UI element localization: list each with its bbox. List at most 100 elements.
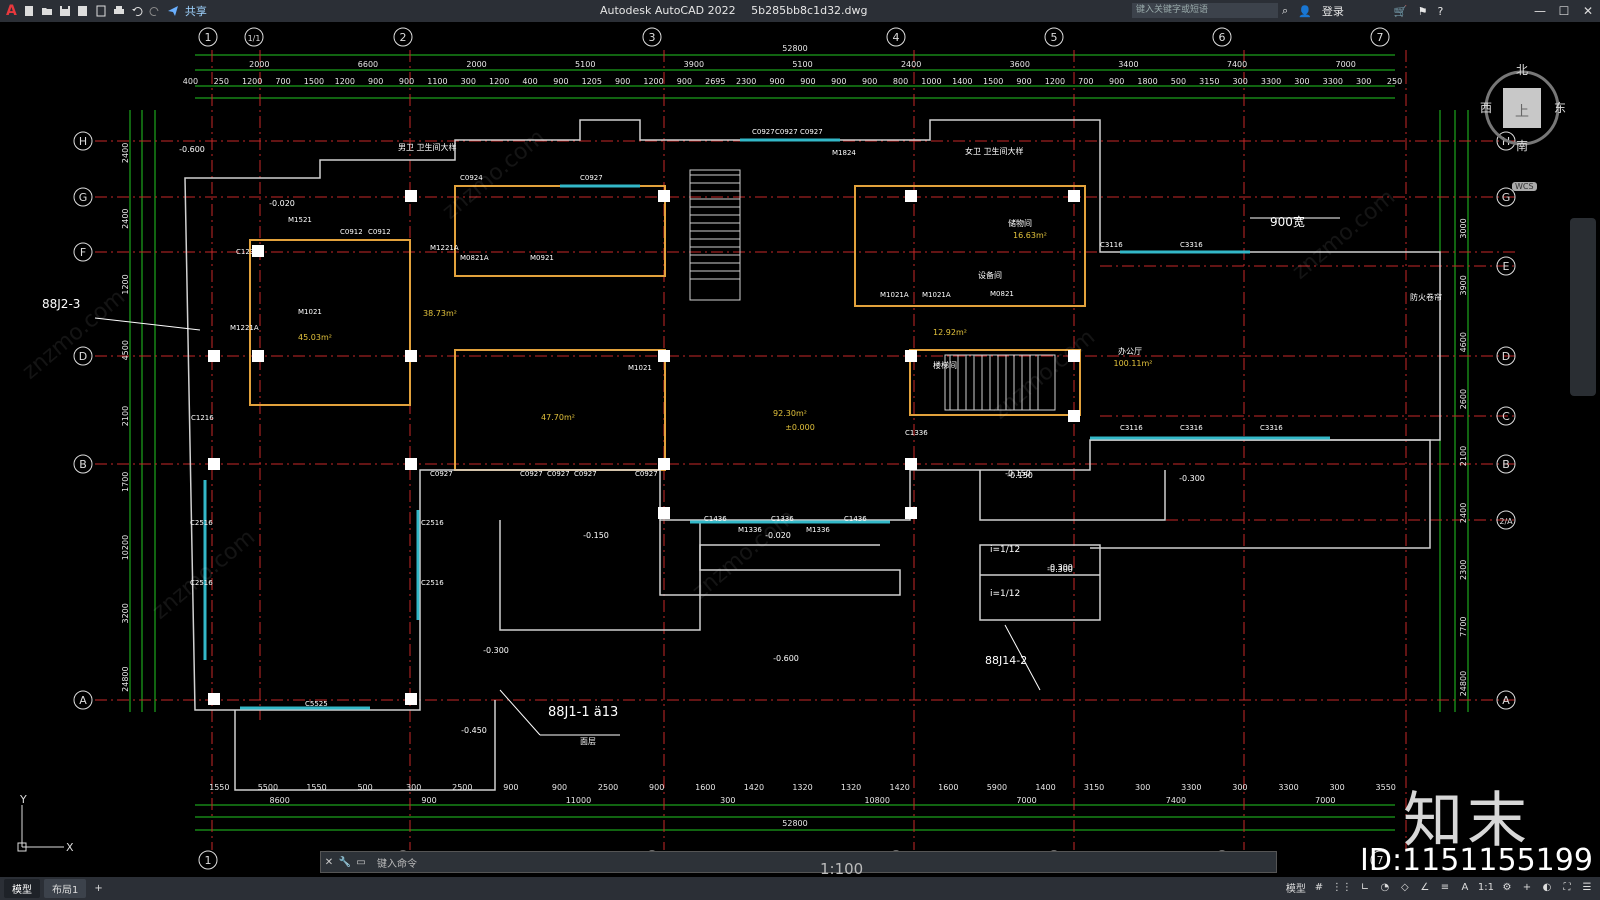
dim-text: 5500 <box>258 783 278 792</box>
print-icon[interactable] <box>113 5 125 17</box>
isolate-icon[interactable]: ◐ <box>1540 882 1554 893</box>
search-icon[interactable]: ⌕ <box>1282 4 1288 18</box>
grid-bubble-label: G <box>1502 191 1511 204</box>
dim-text: 900 <box>800 77 815 86</box>
dim-text: 24800 <box>1459 671 1468 696</box>
door-window-tag: M1824 <box>832 149 856 157</box>
model-space-button[interactable]: 模型 <box>1286 880 1306 895</box>
dim-text: 800 <box>893 77 908 86</box>
command-history-icon[interactable]: ▭ <box>353 857 369 868</box>
login-button[interactable]: 登录 <box>1322 3 1344 19</box>
customize-menu-icon[interactable]: ☰ <box>1580 882 1594 893</box>
door-window-tag: C3316 <box>1180 241 1203 249</box>
command-line[interactable]: ✕ 🔧 ▭ 键入命令 <box>320 851 1277 873</box>
command-customize-icon[interactable]: 🔧 <box>337 857 353 868</box>
dim-text: 3900 <box>684 60 704 69</box>
door-window-tag: C0927 <box>800 128 823 136</box>
workspace-gear-icon[interactable]: ⚙ <box>1500 882 1514 893</box>
door-window-tag: M0921 <box>530 254 554 262</box>
grid-bubble-top: 5 <box>1044 27 1064 47</box>
svg-text:X: X <box>66 841 74 854</box>
grid-bubble-left: F <box>73 242 93 262</box>
compass-east-label[interactable]: 东 <box>1554 101 1566 115</box>
room-label: ±0.000 <box>785 423 815 432</box>
autocad-logo[interactable]: A <box>6 3 17 19</box>
elevation-label: -0.300 <box>483 646 509 655</box>
polar-icon[interactable]: ◔ <box>1378 882 1392 893</box>
ortho-icon[interactable]: ∟ <box>1358 882 1372 893</box>
add-layout-icon[interactable]: + <box>94 883 102 894</box>
door-window-tag: C3316 <box>1180 424 1203 432</box>
navigation-bar[interactable] <box>1570 218 1596 396</box>
dim-text: 3900 <box>1459 275 1468 295</box>
save-icon[interactable] <box>59 5 71 17</box>
dim-text: 5100 <box>575 60 595 69</box>
dim-text: 300 <box>461 77 476 86</box>
annotation-scale-icon[interactable]: A <box>1458 882 1472 893</box>
door-window-tag: M1336 <box>806 526 830 534</box>
plus-icon[interactable]: + <box>1520 882 1534 893</box>
compass-north-label[interactable]: 北 <box>1516 63 1528 77</box>
dim-text: 2300 <box>1459 560 1468 580</box>
grid-bubble-left: B <box>73 454 93 474</box>
fullscreen-icon[interactable]: ⛶ <box>1560 882 1574 893</box>
redo-icon[interactable] <box>149 5 161 17</box>
grid-bubble-left: D <box>73 346 93 366</box>
minimize-button[interactable]: — <box>1528 0 1552 22</box>
open-icon[interactable] <box>41 5 53 17</box>
dim-text: 900 <box>769 77 784 86</box>
room-label: 办公厅 <box>1118 346 1142 356</box>
dim-text: 1320 <box>792 783 812 792</box>
door-window-tag: C0927 <box>430 470 453 478</box>
compass-west-label[interactable]: 西 <box>1480 101 1492 115</box>
elevation-label: -0.600 <box>179 145 205 154</box>
dim-text: 300 <box>720 796 735 805</box>
command-close-icon[interactable]: ✕ <box>321 857 337 868</box>
search-input[interactable]: 键入关键字或短语 <box>1132 3 1278 18</box>
room-label: 12.92m² <box>933 328 967 337</box>
compass-south-label[interactable]: 南 <box>1516 138 1528 153</box>
dim-text: 700 <box>1078 77 1093 86</box>
door-window-tag: C0927 <box>574 470 597 478</box>
door-window-tag: M1221A <box>430 244 459 252</box>
saveas-icon[interactable] <box>77 5 89 17</box>
dim-text: 300 <box>1356 77 1371 86</box>
plot-icon[interactable] <box>95 5 107 17</box>
door-window-tag: M1521 <box>288 216 312 224</box>
dim-text: 3300 <box>1278 783 1298 792</box>
dim-text: 400 <box>183 77 198 86</box>
wcs-menu[interactable]: WCS <box>1512 182 1537 191</box>
dim-text: 10800 <box>864 796 889 805</box>
snap-icon[interactable]: ⋮⋮ <box>1332 882 1352 893</box>
share-icon[interactable] <box>167 5 179 17</box>
viewcube[interactable]: 上 北 南 西 东 <box>1478 60 1570 155</box>
viewcube-top-label[interactable]: 上 <box>1515 104 1529 120</box>
cart-icon[interactable]: 🛒 <box>1394 5 1408 18</box>
new-icon[interactable] <box>23 5 35 17</box>
annotation-scale-value[interactable]: 1:1 <box>1478 882 1494 893</box>
tab-layout1[interactable]: 布局1 <box>44 879 87 898</box>
dim-text: 3000 <box>1459 218 1468 238</box>
tab-model[interactable]: 模型 <box>4 879 40 898</box>
user-menu-icon[interactable]: ⚑ <box>1418 5 1428 18</box>
close-button[interactable]: ✕ <box>1576 0 1600 22</box>
maximize-button[interactable]: ☐ <box>1552 0 1576 22</box>
osnap-icon[interactable]: ◇ <box>1398 882 1412 893</box>
dim-text: 7000 <box>1336 60 1356 69</box>
share-button[interactable]: 共享 <box>185 3 207 19</box>
grid-icon[interactable]: # <box>1312 882 1326 893</box>
dim-text: 3550 <box>1376 783 1396 792</box>
dim-text: 1500 <box>304 77 324 86</box>
dim-text: 3400 <box>1118 60 1138 69</box>
dim-text: 4500 <box>121 340 130 360</box>
user-icon[interactable]: 👤 <box>1298 5 1312 18</box>
dim-text: 5900 <box>987 783 1007 792</box>
otrack-icon[interactable]: ∠ <box>1418 882 1432 893</box>
undo-icon[interactable] <box>131 5 143 17</box>
command-input[interactable]: 键入命令 <box>377 855 417 870</box>
help-icon[interactable]: ? <box>1437 5 1443 18</box>
grid-bubble-label: A <box>1502 694 1510 707</box>
drawing-canvas[interactable]: 11/12345671234567HGFDBAHGEDCB2/AA 528005… <box>0 22 1600 877</box>
grid-bubble-top: 6 <box>1212 27 1232 47</box>
lineweight-icon[interactable]: ≡ <box>1438 882 1452 893</box>
